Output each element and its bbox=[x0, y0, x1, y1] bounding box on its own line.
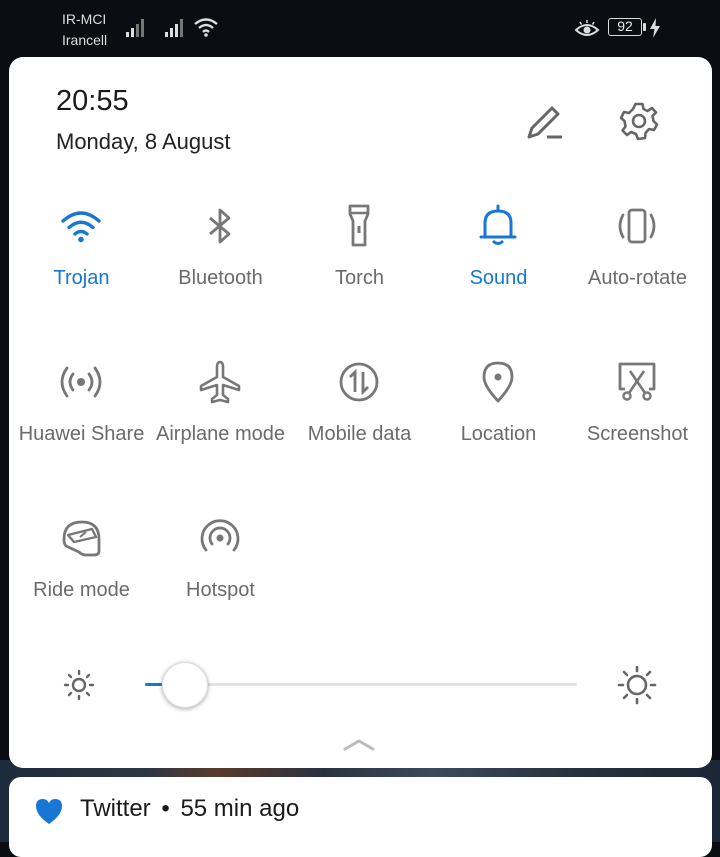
tile-screenshot[interactable]: Screenshot bbox=[568, 353, 707, 483]
tile-ride-mode[interactable]: Ride mode bbox=[12, 509, 151, 639]
torch-icon bbox=[348, 204, 370, 247]
tile-label: Hotspot bbox=[186, 579, 255, 601]
notification-card[interactable]: Twitter • 55 min ago bbox=[9, 777, 712, 857]
status-bar: IR-MCI Irancell 92 bbox=[0, 0, 720, 56]
signal-icon bbox=[165, 19, 183, 37]
tile-sound[interactable]: Sound bbox=[429, 197, 568, 327]
signal-icon bbox=[126, 19, 144, 37]
date-label[interactable]: Monday, 8 August bbox=[56, 129, 231, 155]
notification-title: Twitter • 55 min ago bbox=[80, 795, 299, 823]
tile-huawei-share[interactable]: Huawei Share bbox=[12, 353, 151, 483]
bluetooth-icon bbox=[209, 208, 231, 244]
tile-label: Huawei Share bbox=[18, 423, 145, 445]
wifi-icon bbox=[61, 211, 101, 243]
bell-icon bbox=[479, 204, 517, 245]
tile-wifi[interactable]: Trojan bbox=[12, 197, 151, 327]
carrier-1: IR-MCI bbox=[62, 11, 107, 27]
tile-torch[interactable]: Torch bbox=[290, 197, 429, 327]
pencil-icon[interactable] bbox=[519, 99, 569, 149]
brightness-slider-track[interactable] bbox=[145, 683, 577, 686]
tile-label: Airplane mode bbox=[156, 423, 285, 445]
battery-tip bbox=[643, 23, 646, 31]
tile-location[interactable]: Location bbox=[429, 353, 568, 483]
tile-label: Screenshot bbox=[586, 423, 689, 445]
quick-settings-panel: 20:55 Monday, 8 August Trojan Bluetooth bbox=[9, 57, 712, 768]
chevron-up-icon[interactable] bbox=[341, 733, 377, 755]
brightness-slider-fill bbox=[145, 683, 163, 686]
clock-time[interactable]: 20:55 bbox=[56, 85, 129, 118]
auto-rotate-icon bbox=[618, 208, 656, 244]
brightness-slider-thumb[interactable] bbox=[162, 662, 208, 708]
tile-label: Sound bbox=[469, 267, 528, 289]
tile-hotspot[interactable]: Hotspot bbox=[151, 509, 290, 639]
tile-bluetooth[interactable]: Bluetooth bbox=[151, 197, 290, 327]
gear-icon[interactable] bbox=[614, 97, 664, 147]
helmet-icon bbox=[62, 520, 101, 557]
tile-label: Trojan bbox=[53, 267, 110, 289]
sun-large-icon bbox=[617, 665, 657, 705]
tile-label: Mobile data bbox=[307, 423, 412, 445]
notification-time: 55 min ago bbox=[180, 795, 300, 822]
carrier-names: IR-MCI Irancell bbox=[62, 9, 107, 51]
heart-icon bbox=[36, 799, 62, 824]
notification-app: Twitter bbox=[80, 795, 151, 822]
screenshot-icon bbox=[618, 362, 656, 401]
airplane-icon bbox=[199, 360, 241, 404]
sun-small-icon bbox=[63, 669, 95, 701]
tile-label: Auto-rotate bbox=[588, 267, 687, 289]
wifi-icon bbox=[194, 18, 218, 37]
tile-label: Location bbox=[460, 423, 537, 445]
tile-label: Torch bbox=[335, 267, 384, 289]
location-pin-icon bbox=[482, 361, 514, 403]
tile-mobile-data[interactable]: Mobile data bbox=[290, 353, 429, 483]
battery-icon: 92 bbox=[608, 18, 642, 36]
battery-level: 92 bbox=[617, 18, 633, 34]
tile-label: Ride mode bbox=[33, 579, 130, 601]
tile-label: Bluetooth bbox=[178, 267, 263, 289]
huawei-share-icon bbox=[60, 366, 102, 398]
tile-auto-rotate[interactable]: Auto-rotate bbox=[568, 197, 707, 327]
charging-icon bbox=[650, 18, 660, 38]
notification-separator: • bbox=[161, 795, 170, 822]
mobile-data-icon bbox=[339, 362, 379, 402]
tile-airplane-mode[interactable]: Airplane mode bbox=[151, 353, 290, 483]
eye-comfort-icon bbox=[574, 20, 600, 36]
hotspot-icon bbox=[200, 519, 240, 552]
carrier-2: Irancell bbox=[62, 32, 108, 48]
